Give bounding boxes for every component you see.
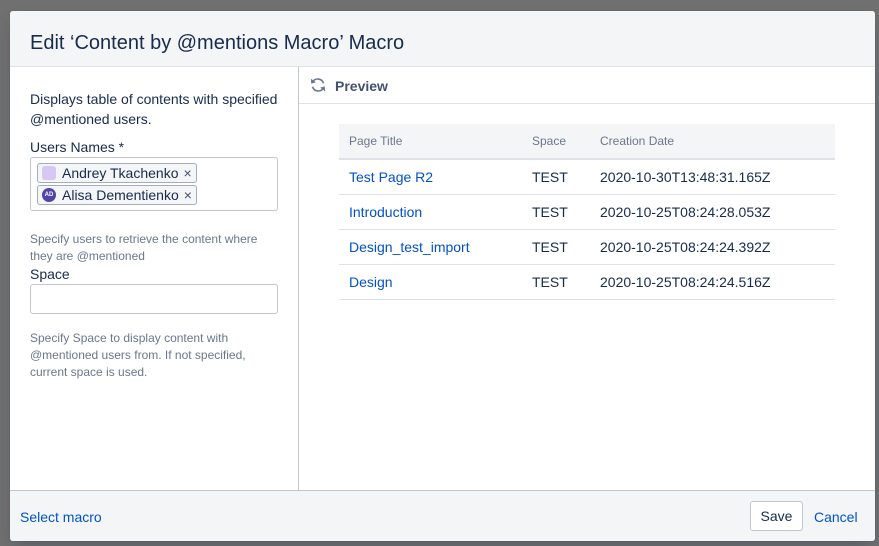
macro-description: Displays table of contents with specifie… [30, 91, 278, 127]
page-title-link[interactable]: Design [349, 274, 393, 290]
table-row: Design TEST 2020-10-25T08:24:24.516Z [339, 264, 835, 300]
page-title-cell: Test Page R2 [339, 159, 522, 195]
column-header-page-title[interactable]: Page Title [339, 124, 522, 160]
macro-parameters-panel: Displays table of contents with specifie… [10, 67, 299, 490]
dialog-header: Edit ‘Content by @mentions Macro’ Macro [10, 11, 875, 67]
space-label: Space [30, 266, 70, 282]
column-header-creation-date[interactable]: Creation Date [590, 124, 835, 160]
space-cell: TEST [522, 159, 590, 195]
table-row: Test Page R2 TEST 2020-10-30T13:48:31.16… [339, 159, 835, 195]
page-title-link[interactable]: Test Page R2 [349, 169, 433, 185]
content-table: Page Title Space Creation Date Test Page… [339, 124, 835, 300]
users-names-field[interactable]: Andrey Tkachenko × AD Alisa Dementienko … [30, 157, 278, 211]
preview-panel: Preview Page Title Space Creation Date T… [299, 67, 875, 490]
creation-date-cell: 2020-10-25T08:24:24.516Z [590, 264, 835, 300]
space-help: Specify Space to display content with @m… [30, 331, 246, 379]
dialog-footer: Select macro Save Cancel [10, 490, 875, 541]
space-cell: TEST [522, 229, 590, 265]
table-header-row: Page Title Space Creation Date [339, 124, 835, 160]
user-initials-avatar-icon: AD [42, 188, 56, 202]
preview-label: Preview [335, 78, 388, 94]
page-title-cell: Introduction [339, 194, 522, 230]
macro-dialog: Edit ‘Content by @mentions Macro’ Macro … [10, 11, 875, 541]
table-row: Design_test_import TEST 2020-10-25T08:24… [339, 229, 835, 265]
creation-date-cell: 2020-10-25T08:24:24.392Z [590, 229, 835, 265]
page-title-cell: Design_test_import [339, 229, 522, 265]
space-input[interactable] [30, 284, 278, 314]
page-title-link[interactable]: Introduction [349, 204, 422, 220]
column-header-space[interactable]: Space [522, 124, 590, 160]
user-avatar-icon [42, 166, 56, 180]
cancel-link[interactable]: Cancel [814, 508, 858, 526]
space-cell: TEST [522, 194, 590, 230]
space-cell: TEST [522, 264, 590, 300]
user-tag-andrey-tkachenko: Andrey Tkachenko × [37, 163, 197, 183]
table-row: Introduction TEST 2020-10-25T08:24:28.05… [339, 194, 835, 230]
user-tag-label: Andrey Tkachenko [62, 165, 179, 181]
page-title-link[interactable]: Design_test_import [349, 239, 470, 255]
user-tag-label: Alisa Dementienko [62, 187, 179, 203]
creation-date-cell: 2020-10-30T13:48:31.165Z [590, 159, 835, 195]
user-tag-alisa-dementienko: AD Alisa Dementienko × [37, 185, 197, 205]
remove-user-icon[interactable]: × [183, 166, 191, 180]
remove-user-icon[interactable]: × [184, 188, 192, 202]
users-names-label: Users Names * [30, 139, 125, 155]
preview-toolbar: Preview [299, 67, 875, 104]
save-button[interactable]: Save [750, 501, 803, 531]
users-names-help: Specify users to retrieve the content wh… [30, 232, 258, 263]
creation-date-cell: 2020-10-25T08:24:28.053Z [590, 194, 835, 230]
refresh-icon[interactable] [309, 76, 327, 94]
page-title-cell: Design [339, 264, 522, 300]
select-macro-link[interactable]: Select macro [20, 508, 102, 526]
dialog-title: Edit ‘Content by @mentions Macro’ Macro [30, 32, 405, 54]
